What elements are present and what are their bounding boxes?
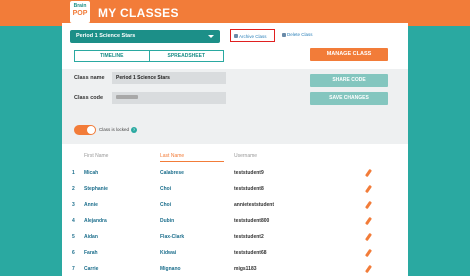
username-cell: teststudent800 <box>234 218 270 224</box>
page-title: MY CLASSES <box>98 6 179 20</box>
edit-pencil-icon[interactable] <box>364 168 373 178</box>
class-locked-toggle[interactable] <box>74 125 96 135</box>
last-name-cell: Flax-Clark <box>160 234 185 240</box>
column-first-name[interactable]: First Name <box>84 153 108 159</box>
class-name-input[interactable]: Period 1 Science Stars <box>112 72 226 84</box>
class-select-value: Period 1 Science Stars <box>76 33 136 39</box>
first-name-cell: Alejandra <box>84 218 107 224</box>
column-username[interactable]: Username <box>234 153 257 159</box>
class-locked-label: Class is locked? <box>99 127 138 133</box>
archive-icon <box>234 34 238 39</box>
class-locked-text: Class is locked <box>99 127 130 133</box>
last-name-cell: Calabrese <box>160 170 184 176</box>
row-number: 2 <box>72 186 75 192</box>
logo-text-top: Brain <box>73 3 87 9</box>
table-row[interactable]: 7 Carrie Mignano migs1183 <box>62 261 408 276</box>
row-number: 6 <box>72 250 75 256</box>
first-name-cell: Stephanie <box>84 186 108 192</box>
edit-pencil-icon[interactable] <box>364 264 373 274</box>
archive-class-label: Archive Class <box>239 33 267 39</box>
first-name-cell: Micah <box>84 170 99 176</box>
class-code-field <box>112 92 226 104</box>
first-name-cell: Annie <box>84 202 98 208</box>
row-number: 7 <box>72 266 75 272</box>
table-row[interactable]: 4 Alejandra Dubin teststudent800 <box>62 213 408 229</box>
share-code-button[interactable]: SHARE CODE <box>310 74 388 87</box>
edit-pencil-icon[interactable] <box>364 248 373 258</box>
edit-pencil-icon[interactable] <box>364 232 373 242</box>
username-cell: teststudent9 <box>234 170 264 176</box>
manage-class-button[interactable]: MANAGE CLASS <box>310 48 388 61</box>
username-cell: migs1183 <box>234 266 257 272</box>
class-code-redacted <box>116 95 138 99</box>
first-name-cell: Carrie <box>84 266 99 272</box>
column-last-name[interactable]: Last Name <box>160 153 224 162</box>
row-number: 5 <box>72 234 75 240</box>
view-tabs: TIMELINE SPREADSHEET <box>74 50 224 62</box>
classes-panel: Period 1 Science Stars Archive Class Del… <box>62 23 408 276</box>
delete-class-link[interactable]: Delete Class <box>282 32 313 37</box>
username-cell: annieteststudent <box>234 202 275 208</box>
archive-class-link[interactable]: Archive Class <box>230 29 275 42</box>
edit-pencil-icon[interactable] <box>364 200 373 210</box>
first-name-cell: Aidan <box>84 234 98 240</box>
class-name-label: Class name <box>74 75 105 81</box>
username-cell: teststudent2 <box>234 234 264 240</box>
brainpop-logo[interactable]: Brain POP <box>70 1 90 23</box>
first-name-cell: Farah <box>84 250 98 256</box>
save-changes-button[interactable]: SAVE CHANGES <box>310 92 388 105</box>
caret-down-icon <box>208 35 214 38</box>
last-name-cell: Mignano <box>160 266 181 272</box>
info-icon[interactable]: ? <box>131 127 138 133</box>
username-cell: teststudent8 <box>234 186 264 192</box>
toggle-knob <box>87 126 95 134</box>
class-code-label: Class code <box>74 95 104 101</box>
last-name-cell: Choi <box>160 202 172 208</box>
row-number: 3 <box>72 202 75 208</box>
table-row[interactable]: 3 Annie Choi annieteststudent <box>62 197 408 213</box>
last-name-cell: Dubin <box>160 218 175 224</box>
row-number: 4 <box>72 218 75 224</box>
username-cell: teststudent68 <box>234 250 267 256</box>
row-number: 1 <box>72 170 75 176</box>
logo-text-bottom: POP <box>72 10 88 17</box>
edit-pencil-icon[interactable] <box>364 216 373 226</box>
table-row[interactable]: 5 Aidan Flax-Clark teststudent2 <box>62 229 408 245</box>
class-select[interactable]: Period 1 Science Stars <box>70 30 220 43</box>
tab-timeline[interactable]: TIMELINE <box>75 51 149 61</box>
table-row[interactable]: 1 Micah Calabrese teststudent9 <box>62 165 408 181</box>
table-row[interactable]: 2 Stephanie Choi teststudent8 <box>62 181 408 197</box>
last-name-cell: Kidwai <box>160 250 177 256</box>
tab-spreadsheet[interactable]: SPREADSHEET <box>148 51 224 61</box>
table-row[interactable]: 6 Farah Kidwai teststudent68 <box>62 245 408 261</box>
delete-class-label: Delete Class <box>287 32 313 37</box>
trash-icon <box>282 32 286 37</box>
edit-pencil-icon[interactable] <box>364 184 373 194</box>
last-name-cell: Choi <box>160 186 172 192</box>
